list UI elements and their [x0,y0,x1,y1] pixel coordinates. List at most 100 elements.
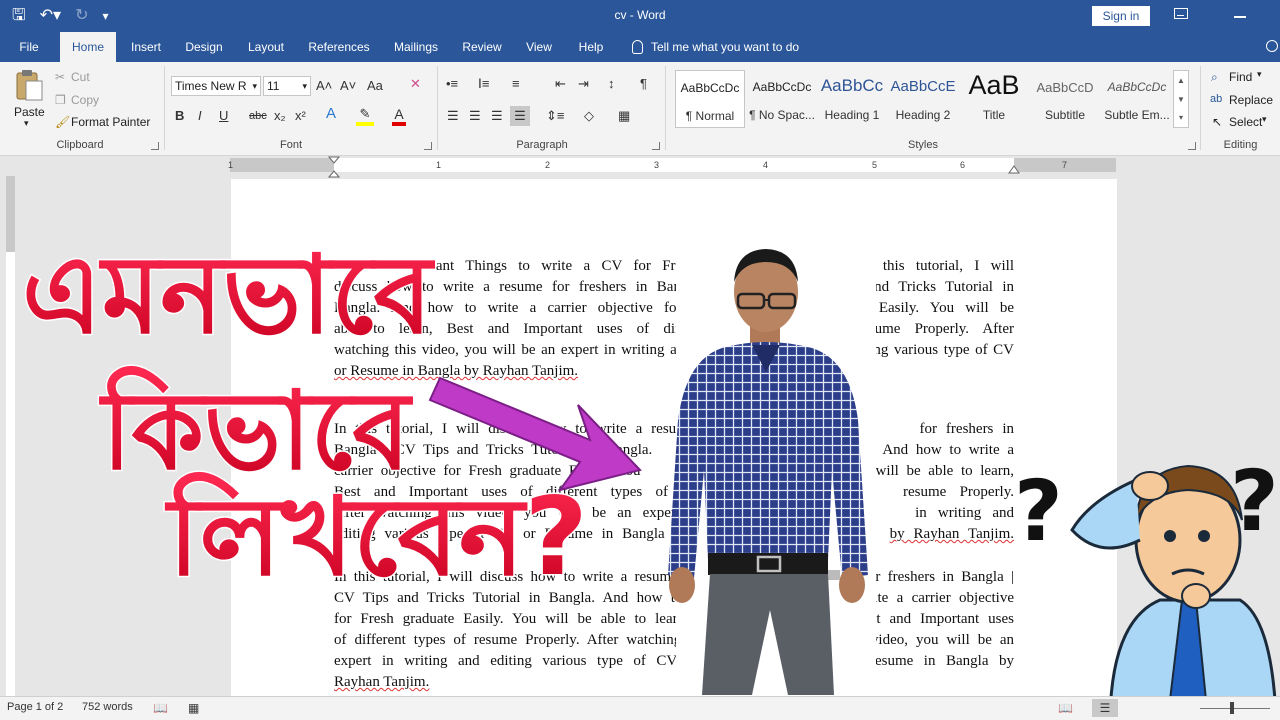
text-line: carrier objective for Fresh graduate Eas… [334,463,641,479]
bold-button[interactable]: B [175,108,184,124]
tab-help[interactable]: Help [570,32,612,62]
read-mode-icon[interactable]: 📖 [1058,701,1073,715]
text-line: editing various type of CV or Resume in … [334,526,665,542]
tab-insert[interactable]: Insert [124,32,168,62]
subscript-button[interactable]: x₂ [274,108,286,124]
style-subtitle[interactable]: AaBbCcD Subtitle [1030,70,1100,128]
tab-file[interactable]: File [8,32,50,62]
tab-review[interactable]: Review [456,32,508,62]
format-painter-button[interactable]: Format Painter [71,115,150,129]
clipboard-launcher-icon[interactable] [151,142,159,150]
word-count[interactable]: 752 words [82,701,133,713]
text-line: Best and Important uses [853,611,1014,627]
tab-mailings[interactable]: Mailings [386,32,446,62]
paste-icon[interactable] [14,68,44,102]
style-heading-2[interactable]: AaBbCcE Heading 2 [888,70,958,128]
ruler-number: 4 [763,160,769,170]
sign-in-button[interactable]: Sign in [1092,6,1150,26]
font-size-box[interactable]: 11 ▾ [263,76,311,96]
font-color-icon[interactable]: A [392,106,406,126]
font-launcher-icon[interactable] [424,142,432,150]
style-label: Heading 2 [895,108,951,122]
scroll-up-icon[interactable]: ▲ [1174,71,1188,90]
tab-layout[interactable]: Layout [240,32,292,62]
scroll-down-icon[interactable]: ▼ [1174,90,1188,109]
font-name-box[interactable]: Times New R ▾ [171,76,261,96]
highlight-color-icon[interactable]: ✎ [356,106,374,126]
show-formatting-icon[interactable]: ¶ [640,76,647,92]
paragraph-2[interactable]: In this tutorial, I will discuss how to … [334,419,1014,545]
bullets-icon[interactable]: •≡ [446,76,458,92]
shrink-font-icon[interactable]: A˅ [340,78,356,94]
tab-view[interactable]: View [518,32,560,62]
italic-button[interactable]: I [198,108,202,124]
tab-design[interactable]: Design [178,32,230,62]
ribbon-display-options-icon[interactable] [1174,8,1188,19]
text-effects-icon[interactable]: A [326,106,336,122]
page-count[interactable]: Page 1 of 2 [7,701,63,713]
tab-home[interactable]: Home [60,32,116,62]
right-indent-marker-icon[interactable] [1008,162,1020,174]
style-label: Subtitle [1044,108,1086,122]
increase-indent-icon[interactable]: ⇥ [578,76,589,92]
superscript-button[interactable]: x² [295,108,306,124]
search-icon[interactable] [1266,40,1278,52]
clear-formatting-icon[interactable]: ✕ [410,76,421,92]
numbering-icon[interactable]: Ⅰ≡ [478,76,489,92]
style-label: ¶ Normal [685,109,735,123]
replace-button[interactable]: Replace [1229,93,1273,107]
shading-icon[interactable]: ◇ [584,108,594,124]
style-no-spacing[interactable]: AaBbCcDc ¶ No Spac... [747,70,817,128]
tab-references[interactable]: References [302,32,376,62]
paragraph-3[interactable]: In this tutorial, I will discuss how to … [334,567,1014,693]
styles-scroll[interactable]: ▲ ▼ ▾ [1173,70,1189,128]
paste-dropdown-icon[interactable]: ▾ [24,118,29,129]
select-icon[interactable]: ↖ [1212,115,1222,129]
line-spacing-icon[interactable]: ⇕≡ [546,108,564,124]
borders-icon[interactable]: ▦ [618,108,630,124]
text-line: for Fresh graduate Easily. You will be a… [334,611,689,627]
change-case-icon[interactable]: Aa [367,78,383,94]
more-styles-icon[interactable]: ▾ [1174,109,1188,127]
replace-icon[interactable]: ab [1210,93,1222,105]
format-painter-icon[interactable]: 🖌 [55,115,70,129]
ruler-number: 1 [228,160,234,170]
zoom-slider[interactable] [1200,708,1270,709]
macro-icon[interactable]: ▦ [188,701,199,715]
paste-button[interactable]: Paste [14,105,45,119]
style-subtle-emphasis[interactable]: AaBbCcDc Subtle Em... [1102,70,1172,128]
align-right-icon[interactable]: ☰ [491,108,503,124]
indent-marker-icon[interactable] [328,156,340,178]
text-line: for freshers in [919,421,1015,437]
text-line: In this tutorial, I will discuss how to … [334,569,678,585]
styles-group-label: Styles [908,139,938,151]
minimize-icon[interactable] [1234,16,1246,18]
chevron-down-icon[interactable]: ▾ [1257,69,1262,80]
find-icon[interactable]: ⌕ [1211,70,1218,85]
select-button[interactable]: Select [1229,115,1262,129]
decrease-indent-icon[interactable]: ⇤ [555,76,566,92]
style-heading-1[interactable]: AaBbCc Heading 1 [818,70,886,128]
strikethrough-button[interactable]: abc [249,108,267,124]
proofing-icon[interactable]: 📖 [153,701,168,715]
align-center-icon[interactable]: ☰ [469,108,481,124]
text-line: CV Tips and Tricks Tutorial in Bangla. A… [334,590,683,606]
copy-button: Copy [71,93,100,107]
vertical-ruler[interactable] [6,176,15,696]
chevron-down-icon[interactable]: ▾ [1262,114,1267,125]
paragraph-launcher-icon[interactable] [652,142,660,150]
styles-launcher-icon[interactable] [1188,142,1196,150]
align-left-icon[interactable]: ☰ [447,108,459,124]
paragraph-1[interactable]: 7 Most Important Things to write a CV fo… [334,256,1014,382]
sort-icon[interactable]: ↕ [608,76,615,92]
style-normal[interactable]: AaBbCcDc ¶ Normal [675,70,745,128]
underline-button[interactable]: U [219,108,228,124]
tell-me-search[interactable]: Tell me what you want to do [632,32,799,62]
multilevel-list-icon[interactable]: ≡ [512,76,520,92]
justify-icon[interactable]: ☰ [510,106,530,126]
zoom-slider-handle[interactable] [1230,702,1234,714]
print-layout-icon[interactable]: ☰ [1092,699,1118,717]
style-title[interactable]: AaB Title [960,70,1028,128]
find-button[interactable]: Find [1229,70,1252,84]
grow-font-icon[interactable]: A˄ [316,78,332,94]
